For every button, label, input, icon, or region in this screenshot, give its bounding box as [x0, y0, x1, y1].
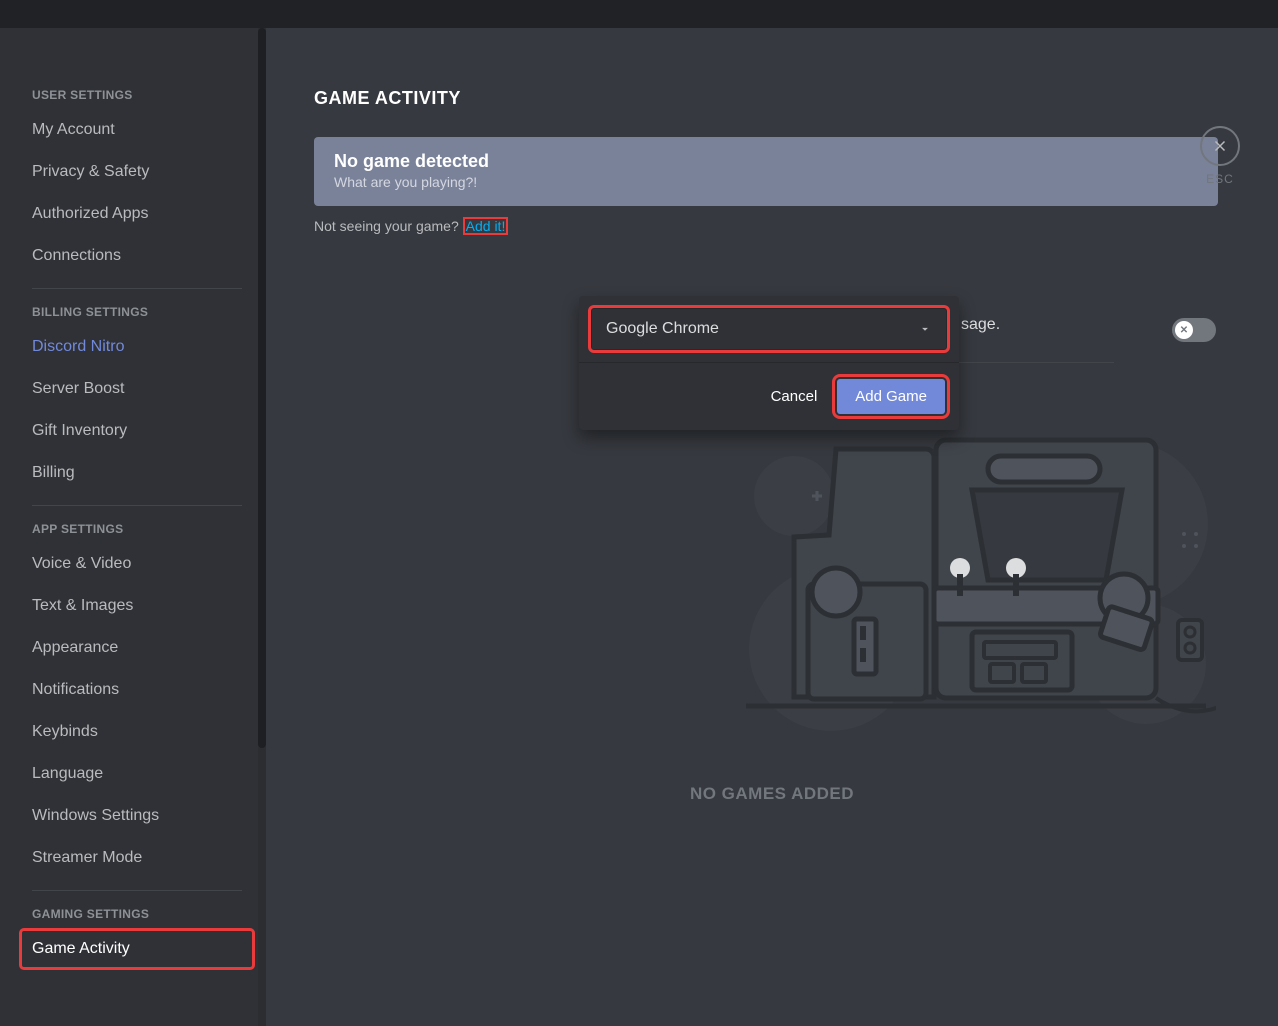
- divider: [32, 505, 242, 506]
- section-header-user: USER SETTINGS: [32, 88, 254, 102]
- arcade-illustration: [726, 434, 1216, 734]
- hint-text: Not seeing your game?: [314, 218, 463, 234]
- sidebar-item-text-images[interactable]: Text & Images: [20, 586, 254, 626]
- sidebar-item-windows-settings[interactable]: Windows Settings: [20, 796, 254, 836]
- sidebar-item-billing[interactable]: Billing: [20, 453, 254, 493]
- hint-row: Not seeing your game? Add it!: [314, 218, 1218, 234]
- scrollbar-thumb[interactable]: [258, 28, 266, 748]
- empty-state-text: NO GAMES ADDED: [690, 784, 854, 804]
- select-value: Google Chrome: [606, 320, 719, 338]
- sidebar-item-keybinds[interactable]: Keybinds: [20, 712, 254, 752]
- no-game-banner: No game detected What are you playing?!: [314, 137, 1218, 206]
- game-select-dropdown[interactable]: Google Chrome: [591, 308, 947, 350]
- sidebar-item-streamer-mode[interactable]: Streamer Mode: [20, 838, 254, 878]
- titlebar: [0, 0, 1278, 28]
- close-label: ESC: [1206, 172, 1234, 186]
- section-header-billing: BILLING SETTINGS: [32, 305, 254, 319]
- sidebar-item-connections[interactable]: Connections: [20, 236, 254, 276]
- sidebar-item-server-boost[interactable]: Server Boost: [20, 369, 254, 409]
- sidebar-item-discord-nitro[interactable]: Discord Nitro: [20, 327, 254, 367]
- content-pane: GAME ACTIVITY No game detected What are …: [266, 28, 1278, 1026]
- sidebar-item-privacy-safety[interactable]: Privacy & Safety: [20, 152, 254, 192]
- add-it-link[interactable]: Add it!: [463, 217, 509, 235]
- sidebar-item-gift-inventory[interactable]: Gift Inventory: [20, 411, 254, 451]
- banner-title: No game detected: [334, 151, 1198, 172]
- sidebar-item-notifications[interactable]: Notifications: [20, 670, 254, 710]
- divider: [32, 288, 242, 289]
- divider: [32, 890, 242, 891]
- status-message-text-fragment: sage.: [961, 316, 1000, 334]
- sidebar-item-language[interactable]: Language: [20, 754, 254, 794]
- banner-subtitle: What are you playing?!: [334, 174, 1198, 190]
- section-header-gaming: GAMING SETTINGS: [32, 907, 254, 921]
- close-icon: [1211, 137, 1229, 155]
- add-game-button[interactable]: Add Game: [837, 379, 945, 414]
- close-button[interactable]: [1200, 126, 1240, 166]
- section-header-app: APP SETTINGS: [32, 522, 254, 536]
- sidebar-item-appearance[interactable]: Appearance: [20, 628, 254, 668]
- cancel-button[interactable]: Cancel: [771, 388, 818, 405]
- sidebar-item-game-activity[interactable]: Game Activity: [20, 929, 254, 969]
- toggle-knob-off-icon: [1175, 321, 1193, 339]
- sidebar-item-voice-video[interactable]: Voice & Video: [20, 544, 254, 584]
- sidebar-item-authorized-apps[interactable]: Authorized Apps: [20, 194, 254, 234]
- sidebar-item-my-account[interactable]: My Account: [20, 110, 254, 150]
- chevron-down-icon: [918, 322, 932, 336]
- page-title: GAME ACTIVITY: [314, 88, 1218, 109]
- status-message-toggle[interactable]: [1172, 318, 1216, 342]
- settings-sidebar: USER SETTINGS My Account Privacy & Safet…: [0, 28, 266, 1026]
- add-game-popover: Google Chrome Cancel Add Game: [579, 296, 959, 430]
